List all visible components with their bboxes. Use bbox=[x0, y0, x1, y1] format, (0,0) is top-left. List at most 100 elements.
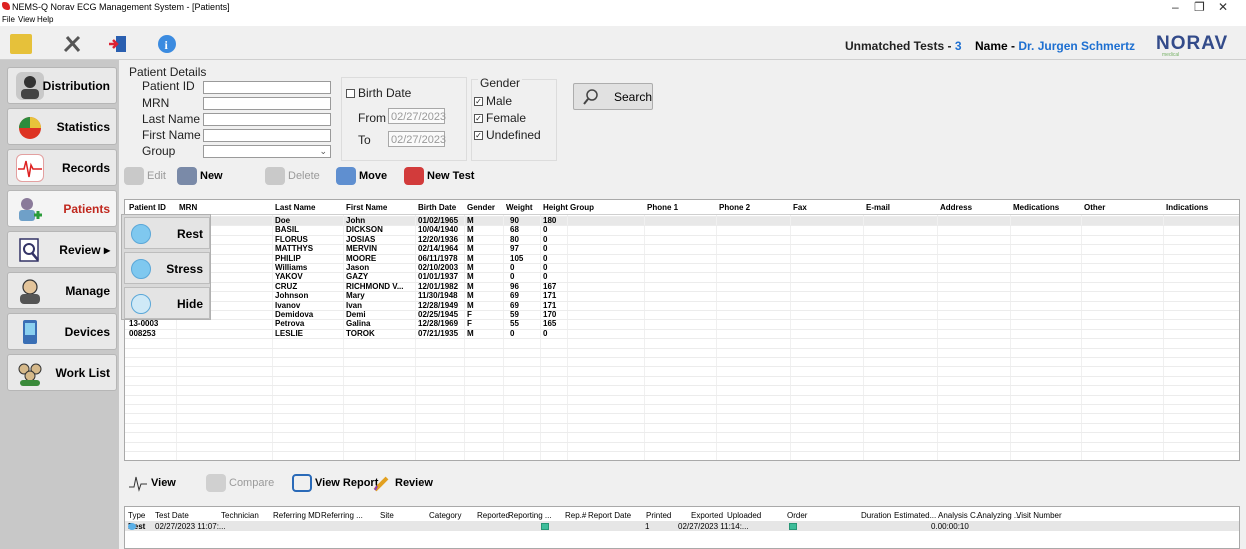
cell-last: Petrova bbox=[275, 319, 305, 329]
column-header[interactable]: Phone 1 bbox=[647, 203, 678, 212]
column-header[interactable]: MRN bbox=[179, 203, 197, 212]
column-header[interactable]: First Name bbox=[346, 203, 387, 212]
table-row[interactable]: YAKOV GAZY 01/01/1937 M 0 0 bbox=[125, 272, 1239, 281]
sidebar-item-statistics[interactable]: Statistics bbox=[7, 108, 117, 145]
menu-help[interactable]: Help bbox=[37, 15, 53, 24]
male-checkbox[interactable]: ✓ Male bbox=[474, 94, 512, 108]
move-button[interactable]: Move bbox=[336, 167, 387, 191]
column-header[interactable]: Address bbox=[940, 203, 972, 212]
search-button[interactable]: Search bbox=[573, 83, 653, 110]
tests-column-header[interactable]: Reported bbox=[477, 511, 510, 520]
table-row[interactable]: FLORUS JOSIAS 12/20/1936 M 80 0 bbox=[125, 235, 1239, 244]
column-header[interactable]: Group bbox=[570, 203, 594, 212]
sidebar-item-patients[interactable]: Patients bbox=[7, 190, 117, 227]
column-header[interactable]: E-mail bbox=[866, 203, 890, 212]
patient-id-input[interactable] bbox=[203, 81, 331, 94]
tests-column-header[interactable]: Site bbox=[380, 511, 394, 520]
test-row[interactable]: Rest 02/27/2023 11:07:... 1 02/27/2023 1… bbox=[125, 521, 1239, 531]
column-header[interactable]: Last Name bbox=[275, 203, 315, 212]
tests-column-header[interactable]: Category bbox=[429, 511, 461, 520]
tests-column-header[interactable]: Referring ... bbox=[321, 511, 363, 520]
device-icon bbox=[16, 318, 44, 346]
tests-column-header[interactable]: Referring MD bbox=[273, 511, 321, 520]
flyout-rest[interactable]: Rest bbox=[124, 217, 210, 249]
table-row[interactable]: Ivanov Ivan 12/28/1949 M 69 171 bbox=[125, 301, 1239, 310]
table-row[interactable]: Johnson Mary 11/30/1948 M 69 171 bbox=[125, 291, 1239, 300]
menu-view[interactable]: View bbox=[18, 15, 35, 24]
column-header[interactable]: Birth Date bbox=[418, 203, 456, 212]
first-name-input[interactable] bbox=[203, 129, 331, 142]
compare-button[interactable]: Compare bbox=[206, 474, 274, 498]
tests-column-header[interactable]: Uploaded bbox=[727, 511, 761, 520]
flyout-hide[interactable]: Hide bbox=[124, 287, 210, 319]
from-date-picker[interactable]: 02/27/2023 bbox=[388, 108, 446, 124]
column-header[interactable]: Weight bbox=[506, 203, 533, 212]
column-header[interactable]: Medications bbox=[1013, 203, 1059, 212]
column-header[interactable]: Phone 2 bbox=[719, 203, 750, 212]
tests-column-header[interactable]: Estimated... bbox=[894, 511, 936, 520]
to-date-picker[interactable]: 02/27/2023 bbox=[388, 131, 446, 147]
tests-column-header[interactable]: Test Date bbox=[155, 511, 189, 520]
sidebar-item-records[interactable]: Records bbox=[7, 149, 117, 186]
exit-door-icon[interactable] bbox=[107, 34, 129, 54]
new-test-button[interactable]: New Test bbox=[404, 167, 474, 191]
tests-column-header[interactable]: Order bbox=[787, 511, 807, 520]
table-row[interactable]: 008253 LESLIE TOROK 07/21/1935 M 0 0 bbox=[125, 329, 1239, 338]
tests-column-header[interactable]: Visit Number bbox=[1016, 511, 1062, 520]
tests-column-header[interactable]: Analyzing ... bbox=[977, 511, 1021, 520]
tests-column-header[interactable]: Printed bbox=[646, 511, 671, 520]
close-icon[interactable]: ✕ bbox=[1218, 0, 1228, 14]
tests-table[interactable]: Type Test Date Technician Referring MD Refer… bbox=[124, 506, 1240, 549]
menu-file[interactable]: File bbox=[2, 15, 15, 24]
flyout-stress[interactable]: Stress bbox=[124, 252, 210, 284]
tests-column-header[interactable]: Type bbox=[128, 511, 145, 520]
sidebar-item-review[interactable]: Review ▸ bbox=[7, 231, 117, 268]
patients-table[interactable]: Patient ID MRN Last Name First Name Birth Da… bbox=[124, 199, 1240, 461]
review-button[interactable]: Review bbox=[372, 474, 433, 498]
undefined-checkbox[interactable]: ✓ Undefined bbox=[474, 128, 541, 142]
view-button[interactable]: View bbox=[128, 474, 176, 498]
table-row[interactable]: BASIL DICKSON 10/04/1940 M 68 0 bbox=[125, 225, 1239, 234]
tests-column-header[interactable]: Exported bbox=[691, 511, 723, 520]
column-header[interactable]: Gender bbox=[467, 203, 495, 212]
group-select[interactable]: ⌄ bbox=[203, 145, 331, 158]
tests-column-header[interactable]: Rep.# bbox=[565, 511, 586, 520]
table-row[interactable]: Williams Jason 02/10/2003 M 0 0 bbox=[125, 263, 1239, 272]
table-row[interactable]: 13-0003 Petrova Galina 12/28/1969 F 55 165 bbox=[125, 319, 1239, 329]
tests-column-header[interactable]: Report Date bbox=[588, 511, 631, 520]
tools-icon[interactable] bbox=[62, 34, 84, 54]
sidebar-item-work-list[interactable]: Work List bbox=[7, 354, 117, 391]
sidebar-item-distribution[interactable]: Distribution bbox=[7, 67, 117, 104]
cell-gender: M bbox=[467, 216, 474, 225]
tests-column-header[interactable]: Technician bbox=[221, 511, 259, 520]
birth-date-checkbox[interactable]: Birth Date bbox=[346, 86, 411, 100]
last-name-input[interactable] bbox=[203, 113, 331, 126]
new-patient-button[interactable]: New bbox=[177, 167, 223, 191]
table-row[interactable]: PHILIP MOORE 06/11/1978 M 105 0 bbox=[125, 254, 1239, 263]
edit-button[interactable]: Edit bbox=[124, 167, 166, 191]
mrn-input[interactable] bbox=[203, 97, 331, 110]
column-header[interactable]: Height bbox=[543, 203, 568, 212]
unmatched-count[interactable]: 3 bbox=[955, 39, 962, 53]
column-header[interactable]: Indications bbox=[1166, 203, 1208, 212]
sidebar-item-devices[interactable]: Devices bbox=[7, 313, 117, 350]
restore-icon[interactable]: ❐ bbox=[1194, 0, 1205, 14]
table-row[interactable]: Doe John 01/02/1965 M 90 180 bbox=[125, 216, 1239, 225]
tests-column-header[interactable]: Duration bbox=[861, 511, 891, 520]
folder-icon[interactable] bbox=[10, 34, 32, 54]
sidebar-item-manage[interactable]: Manage bbox=[7, 272, 117, 309]
info-icon[interactable]: i bbox=[156, 34, 178, 54]
minimize-icon[interactable]: – bbox=[1172, 0, 1179, 14]
column-header[interactable]: Other bbox=[1084, 203, 1105, 212]
table-row[interactable]: MATTHYS MERVIN 02/14/1964 M 97 0 bbox=[125, 244, 1239, 253]
tests-column-header[interactable]: Analysis C... bbox=[938, 511, 982, 520]
column-header[interactable]: Fax bbox=[793, 203, 807, 212]
view-report-button[interactable]: View Report bbox=[292, 474, 378, 498]
delete-button[interactable]: Delete bbox=[265, 167, 320, 191]
table-row[interactable]: CRUZ RICHMOND V... 12/01/1982 M 96 167 bbox=[125, 282, 1239, 291]
tests-column-header[interactable]: Reporting ... bbox=[508, 511, 552, 520]
table-row[interactable]: 10001DemidovaDemi02/25/1945F59170 bbox=[125, 310, 1239, 319]
unmatched-tests[interactable]: Unmatched Tests - 3 bbox=[845, 39, 962, 53]
column-header[interactable]: Patient ID bbox=[129, 203, 166, 212]
female-checkbox[interactable]: ✓ Female bbox=[474, 111, 526, 125]
